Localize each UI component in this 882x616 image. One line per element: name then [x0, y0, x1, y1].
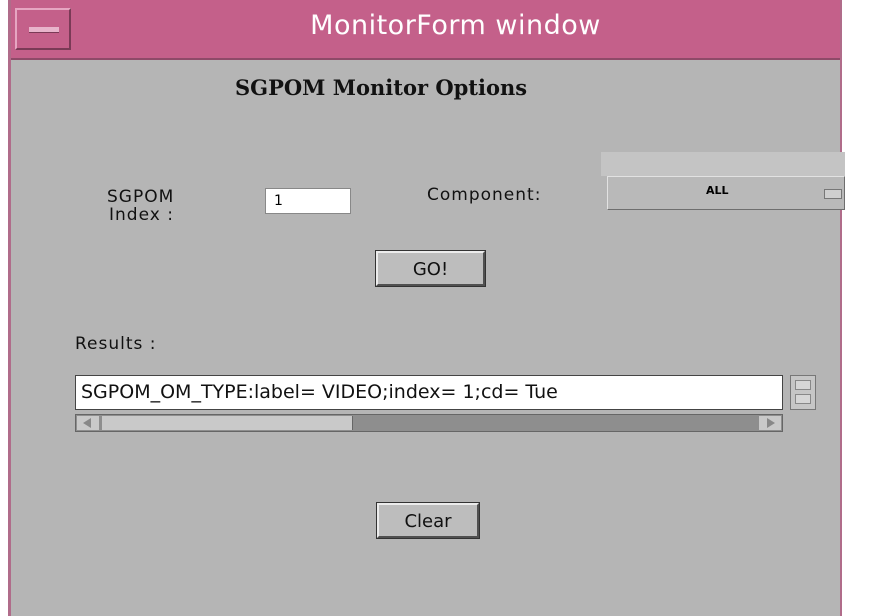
sgpom-label: SGPOM: [107, 187, 175, 207]
scroll-right-icon[interactable]: [759, 416, 781, 430]
results-field[interactable]: SGPOM_OM_TYPE:label= VIDEO;index= 1;cd= …: [75, 375, 783, 410]
page-title: SGPOM Monitor Options: [235, 75, 528, 100]
scrollbar-thumb[interactable]: [102, 416, 353, 430]
go-button[interactable]: GO!: [375, 250, 486, 287]
spin-down-icon[interactable]: [795, 394, 811, 404]
sgpom-index-input[interactable]: 1: [265, 188, 351, 214]
results-label: Results :: [75, 334, 157, 354]
dropdown-indicator-icon: [824, 189, 842, 199]
component-label: Component:: [427, 185, 542, 205]
title-bar[interactable]: MonitorForm window: [11, 0, 840, 60]
component-dropdown[interactable]: ALL: [607, 176, 845, 210]
clear-button[interactable]: Clear: [376, 502, 480, 539]
window-menu-button[interactable]: [15, 8, 71, 50]
spin-up-icon[interactable]: [795, 380, 811, 390]
index-label: Index :: [109, 205, 174, 225]
scroll-left-icon[interactable]: [77, 416, 99, 430]
window-menu-icon: [29, 27, 59, 33]
monitor-form-window: MonitorForm window SGPOM Monitor Options…: [8, 0, 845, 616]
component-dropdown-value: ALL: [706, 184, 729, 197]
window-title: MonitorForm window: [310, 10, 601, 41]
component-dropdown-shadow: [601, 152, 845, 176]
results-spin-control[interactable]: [790, 375, 816, 410]
results-horizontal-scrollbar[interactable]: [75, 414, 783, 432]
